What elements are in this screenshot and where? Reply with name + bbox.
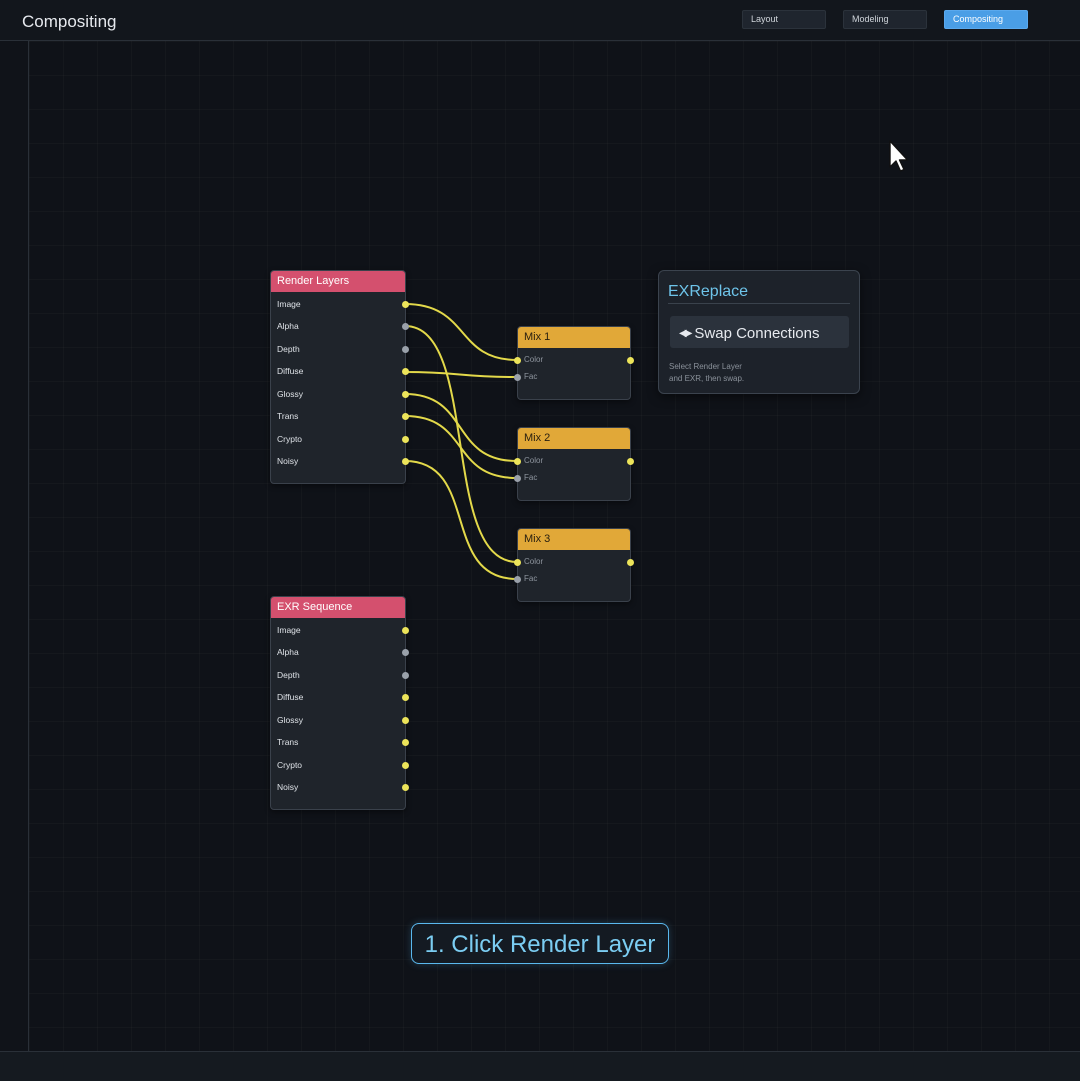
socket-label: Fac — [524, 372, 538, 381]
input-socket[interactable] — [514, 357, 521, 364]
tab-compositing[interactable]: Compositing — [944, 10, 1028, 29]
output-socket[interactable] — [402, 694, 409, 701]
node-title: Mix 2 — [518, 428, 630, 449]
node-title: Mix 1 — [518, 327, 630, 348]
mix-node-1[interactable]: Mix 1 Color Fac — [514, 326, 634, 400]
output-socket[interactable] — [402, 739, 409, 746]
input-socket[interactable] — [514, 475, 521, 482]
socket-label: Image — [277, 625, 301, 635]
node-title: EXR Sequence — [271, 597, 405, 618]
socket-label: Fac — [524, 473, 538, 482]
swap-button-label: Swap Connections — [694, 325, 820, 342]
status-bar — [0, 1051, 1080, 1081]
socket-label: Fac — [524, 574, 538, 583]
socket-row: Depth — [271, 669, 409, 683]
app-title: Compositing — [22, 12, 117, 31]
socket-label: Color — [524, 456, 544, 465]
socket-row: Fac — [514, 573, 630, 587]
panel-hint: Select Render Layer and EXR, then swap. — [669, 361, 744, 385]
swap-arrows-icon: ◀▶ — [679, 328, 692, 339]
socket-row: Crypto — [271, 759, 409, 773]
socket-label: Glossy — [277, 715, 303, 725]
socket-row: Trans — [271, 410, 409, 424]
socket-label: Depth — [277, 344, 300, 354]
socket-row: Color — [514, 455, 630, 469]
socket-row: Trans — [271, 736, 409, 750]
panel-title: EXReplace — [668, 283, 749, 300]
socket-label: Diffuse — [277, 692, 304, 702]
socket-label: Color — [524, 355, 544, 364]
output-socket[interactable] — [402, 323, 409, 330]
exreplace-panel: EXReplace ◀▶ Swap Connections Select Rend… — [658, 270, 860, 394]
step-callout: 1. Click Render Layer — [411, 923, 669, 964]
socket-row: Diffuse — [271, 691, 409, 705]
socket-row: Depth — [271, 343, 409, 357]
output-socket[interactable] — [402, 346, 409, 353]
swap-connections-button[interactable]: ◀▶ Swap Connections — [670, 316, 849, 348]
output-socket[interactable] — [402, 784, 409, 791]
socket-row: Image — [271, 624, 409, 638]
socket-label: Noisy — [277, 456, 299, 466]
mix-node-2[interactable]: Mix 2 Color Fac — [514, 427, 634, 501]
tab-modeling[interactable]: Modeling — [843, 10, 927, 29]
output-socket[interactable] — [402, 391, 409, 398]
socket-label: Color — [524, 557, 544, 566]
node-title: Mix 3 — [518, 529, 630, 550]
input-socket[interactable] — [514, 576, 521, 583]
mix-node-3[interactable]: Mix 3 Color Fac — [514, 528, 634, 602]
socket-row: Crypto — [271, 433, 409, 447]
socket-label: Trans — [277, 411, 299, 421]
output-socket[interactable] — [402, 717, 409, 724]
socket-label: Crypto — [277, 760, 303, 770]
input-socket[interactable] — [514, 559, 521, 566]
socket-label: Alpha — [277, 321, 299, 331]
socket-row: Fac — [514, 371, 630, 385]
output-socket[interactable] — [402, 413, 409, 420]
socket-label: Alpha — [277, 647, 299, 657]
socket-row: Alpha — [271, 320, 409, 334]
socket-row: Image — [271, 298, 409, 312]
output-socket[interactable] — [402, 762, 409, 769]
socket-row: Color — [514, 556, 630, 570]
output-socket[interactable] — [402, 301, 409, 308]
socket-row: Glossy — [271, 388, 409, 402]
socket-row: Diffuse — [271, 365, 409, 379]
node-title: Render Layers — [271, 271, 405, 292]
socket-row: Color — [514, 354, 630, 368]
output-socket[interactable] — [402, 368, 409, 375]
input-socket[interactable] — [514, 374, 521, 381]
output-socket[interactable] — [402, 436, 409, 443]
output-socket[interactable] — [402, 672, 409, 679]
socket-label: Crypto — [277, 434, 303, 444]
socket-row: Glossy — [271, 714, 409, 728]
hint-line: and EXR, then swap. — [669, 374, 745, 383]
socket-row: Noisy — [271, 455, 409, 469]
socket-label: Trans — [277, 737, 299, 747]
panel-divider — [668, 303, 850, 304]
socket-label: Noisy — [277, 782, 299, 792]
hint-line: Select Render Layer — [669, 362, 742, 371]
input-socket[interactable] — [514, 458, 521, 465]
exr-sequence-node[interactable]: EXR Sequence Image Alpha Depth Diffuse G… — [270, 596, 409, 810]
socket-label: Depth — [277, 670, 300, 680]
socket-label: Glossy — [277, 389, 303, 399]
output-socket[interactable] — [402, 627, 409, 634]
socket-label: Diffuse — [277, 366, 304, 376]
socket-row: Noisy — [271, 781, 409, 795]
output-socket[interactable] — [402, 458, 409, 465]
tab-layout[interactable]: Layout — [742, 10, 826, 29]
mouse-cursor-icon — [889, 140, 909, 172]
socket-label: Image — [277, 299, 301, 309]
socket-row: Fac — [514, 472, 630, 486]
socket-row: Alpha — [271, 646, 409, 660]
top-bar: Compositing Layout Modeling Compositing — [0, 0, 1080, 41]
render-layers-node[interactable]: Render Layers Image Alpha Depth Diffuse … — [270, 270, 409, 484]
output-socket[interactable] — [402, 649, 409, 656]
